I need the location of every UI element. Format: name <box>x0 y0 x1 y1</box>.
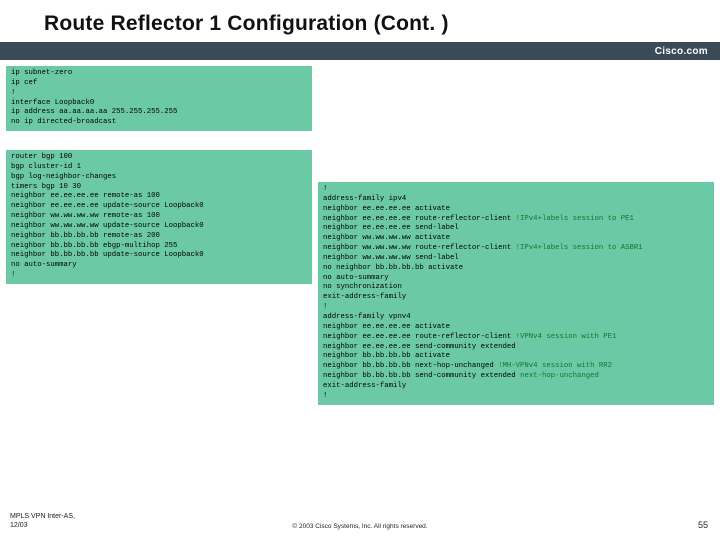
config-block-left: router bgp 100 bgp cluster-id 1 bgp log-… <box>6 150 312 284</box>
brand-text: Cisco.com <box>655 46 708 57</box>
config-block-top: ip subnet-zero ip cef ! interface Loopba… <box>6 66 312 131</box>
page-number: 55 <box>698 520 708 530</box>
footer-date: 12/03 <box>10 522 75 530</box>
footer: MPLS VPN Inter-AS, 12/03 © 2003 Cisco Sy… <box>0 506 720 534</box>
config-block-right: ! address-family ipv4 neighbor ee.ee.ee.… <box>318 182 714 405</box>
footer-left: MPLS VPN Inter-AS, 12/03 <box>10 513 75 530</box>
content-area: ip subnet-zero ip cef ! interface Loopba… <box>0 60 720 520</box>
footer-module: MPLS VPN Inter-AS, <box>10 513 75 521</box>
footer-copyright: © 2003 Cisco Systems, Inc. All rights re… <box>292 523 427 530</box>
brand-bar: Cisco.com <box>0 42 720 60</box>
slide-title: Route Reflector 1 Configuration (Cont. ) <box>0 0 720 42</box>
